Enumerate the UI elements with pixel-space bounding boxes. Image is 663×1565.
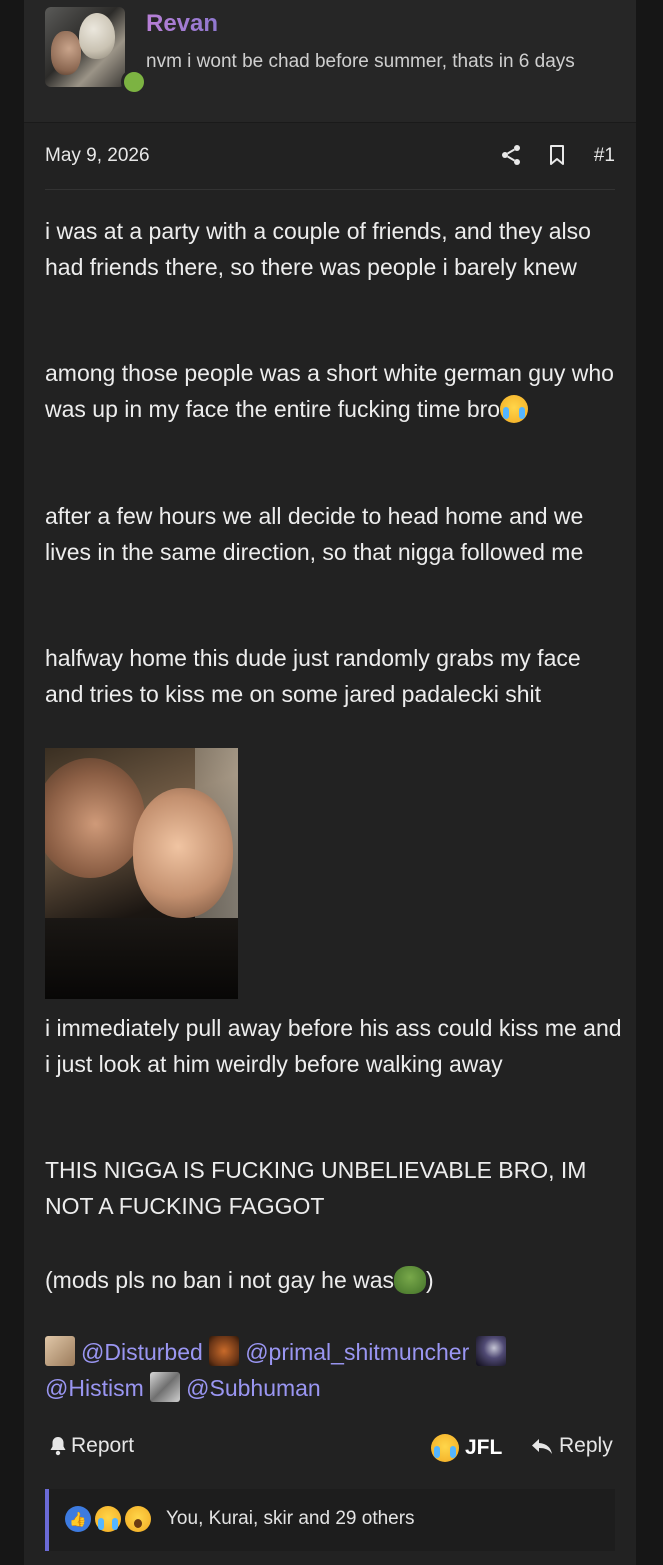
crying-laughing-icon (431, 1434, 459, 1462)
post-paragraph-2: among those people was a short white ger… (45, 355, 625, 427)
reactions-summary[interactable]: You, Kurai, skir and 29 others (166, 1508, 415, 1530)
post-paragraph-6: THIS NIGGA IS FUCKING UNBELIEVABLE BRO, … (45, 1157, 587, 1219)
post-meta: May 9, 2026 #1 (45, 143, 615, 171)
post-paragraph-7-close: ) (426, 1267, 434, 1293)
avatar-face (51, 31, 81, 75)
mention-link-subhuman[interactable]: @Subhuman (186, 1375, 321, 1401)
jfl-label: JFL (465, 1436, 503, 1459)
mention-link-histism[interactable]: @Histism (45, 1375, 144, 1401)
crying-laughing-emoji-icon (500, 395, 529, 423)
jfl-react-button[interactable]: JFL (431, 1434, 502, 1462)
reply-button[interactable]: Reply (531, 1434, 613, 1458)
author-custom-title: nvm i wont be chad before summer, thats … (146, 51, 575, 72)
reaction-icons: 👍 (65, 1506, 155, 1534)
like-icon: 👍 (65, 1506, 91, 1532)
reply-label: Reply (559, 1434, 613, 1457)
gif-person-left (45, 758, 145, 878)
mention-link-primal-shitmuncher[interactable]: @primal_shitmuncher (245, 1339, 469, 1365)
crying-laughing-icon (95, 1506, 121, 1532)
post-paragraph-7-text: (mods pls no ban i not gay he was (45, 1267, 395, 1293)
pepe-emoji-icon (394, 1266, 427, 1294)
report-label: Report (71, 1434, 135, 1457)
author-avatar[interactable] (45, 7, 125, 87)
report-button[interactable]: Report (49, 1434, 134, 1458)
post-paragraph-2-text: among those people was a short white ger… (45, 360, 614, 422)
mention-avatar-histism (475, 1336, 506, 1366)
post-paragraph-4: halfway home this dude just randomly gra… (45, 645, 581, 707)
mention-avatar-primal (209, 1336, 240, 1366)
online-status-indicator (121, 69, 147, 95)
post-actions: Report JFL Reply (45, 1434, 615, 1464)
mention-link-disturbed[interactable]: @Disturbed (81, 1339, 203, 1365)
post-paragraph-1: i was at a party with a couple of friend… (45, 218, 591, 280)
post-paragraph-7: (mods pls no ban i not gay he was) (45, 1262, 625, 1298)
mention-avatar-subhuman (150, 1372, 181, 1402)
post-paragraph-5: i immediately pull away before his ass c… (45, 1015, 622, 1077)
bell-icon (50, 1437, 66, 1456)
author-username[interactable]: Revan (146, 10, 218, 38)
reactions-bar[interactable]: 👍 You, Kurai, skir and 29 others (45, 1489, 615, 1551)
user-mentions: @Disturbed @primal_shitmuncher @Histism … (45, 1334, 625, 1406)
avatar-hockey-mask (79, 13, 115, 59)
author-header: Revan nvm i wont be chad before summer, … (24, 0, 636, 123)
post-card: Revan nvm i wont be chad before summer, … (24, 0, 636, 1565)
embedded-gif-image[interactable] (45, 748, 238, 999)
bookmark-icon[interactable] (545, 143, 569, 167)
reply-arrow-icon (532, 1439, 552, 1454)
meta-divider (45, 189, 615, 190)
share-icon[interactable] (499, 143, 523, 167)
post-number-link[interactable]: #1 (594, 145, 615, 167)
post-date[interactable]: May 9, 2026 (45, 145, 150, 167)
gif-person-right (133, 788, 233, 918)
wow-icon (125, 1506, 151, 1532)
post-paragraph-3: after a few hours we all decide to head … (45, 503, 584, 565)
mention-avatar-disturbed (45, 1336, 75, 1366)
gif-suit (45, 918, 238, 999)
